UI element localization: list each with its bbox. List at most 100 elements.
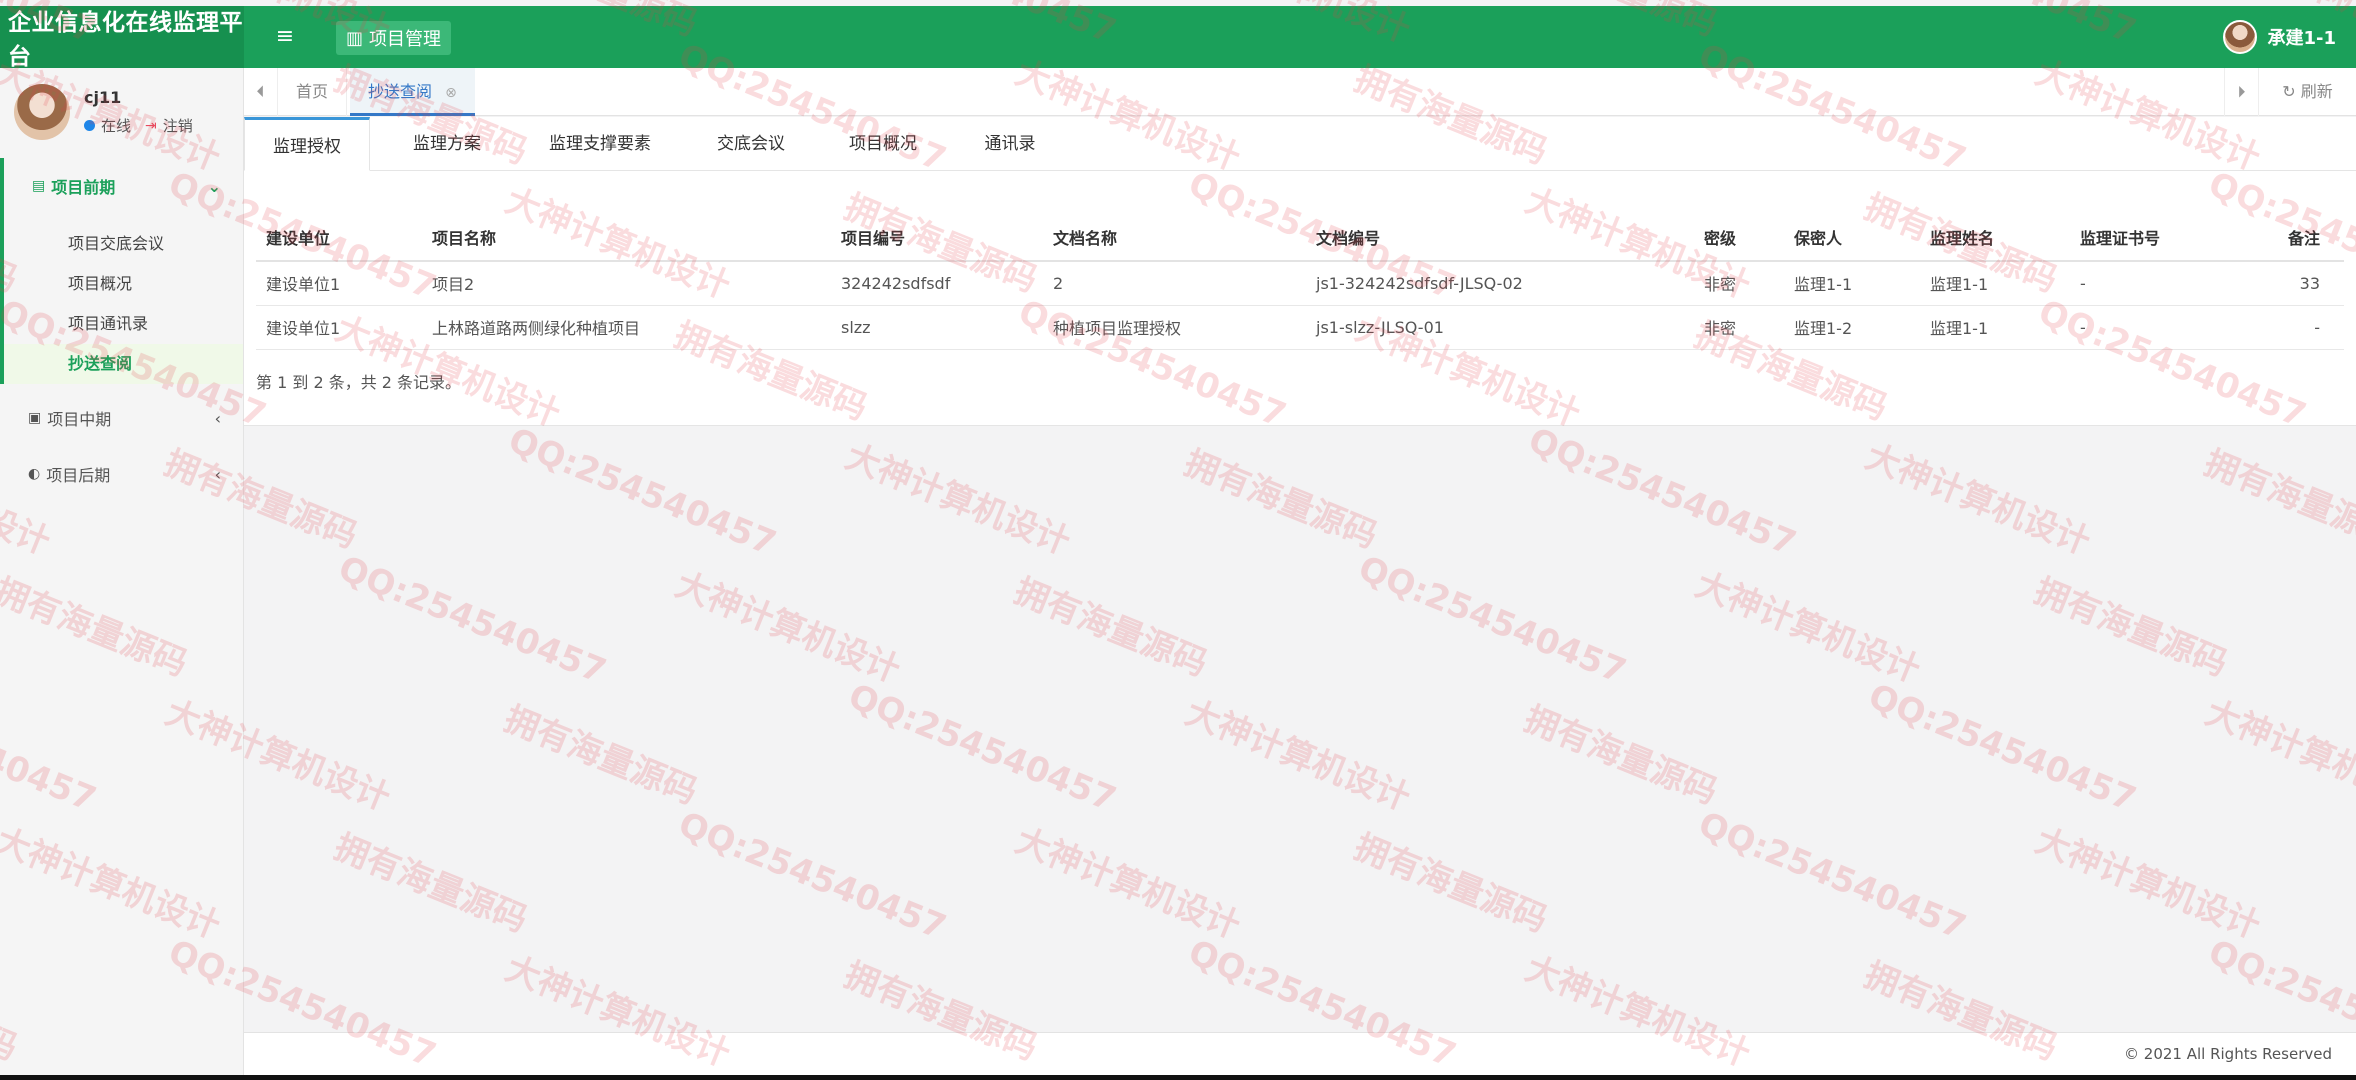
main-panel: 监理授权 监理方案 监理支撑要素 交底会议 项目概况 通讯录 建设单位 项目名称… xyxy=(244,117,2356,426)
footer: © 2021 All Rights Reserved xyxy=(244,1032,2356,1075)
chevron-down-icon: ⌄ xyxy=(207,176,221,196)
tabs-scroll-left-icon[interactable]: ⏴ xyxy=(244,68,278,116)
brand: 企业信息化在线监理平台 xyxy=(0,6,244,70)
sidebar-item-project-pre[interactable]: ▤ 项目前期 ⌄ xyxy=(0,158,243,214)
column-header[interactable]: 文档名称 xyxy=(1043,213,1306,262)
column-header[interactable]: 项目编号 xyxy=(831,213,1043,262)
watermark-text: 拥有海量源码 xyxy=(328,826,533,941)
top-nav-project-management[interactable]: ▥ 项目管理 xyxy=(336,21,452,55)
watermark-text: 大神计算机设计 xyxy=(839,436,1076,563)
profile-status: 在线 ⇥ 注销 xyxy=(84,115,193,136)
watermark-text: 拥有海量源码 xyxy=(1348,826,1553,941)
document-icon: ▣ xyxy=(28,410,42,426)
table-cell: 324242sdfsdf xyxy=(831,261,1043,306)
table-cell: slzz xyxy=(831,305,1043,350)
refresh-button[interactable]: ↻ 刷新 xyxy=(2258,68,2356,116)
table-row[interactable]: 建设单位1 上林路道路两侧绿化种植项目 slzz 种植项目监理授权 js1-sl… xyxy=(256,305,2344,350)
tabs-scroll-right-icon[interactable]: ⏵ xyxy=(2224,68,2258,116)
column-header[interactable]: 建设单位 xyxy=(256,213,422,262)
watermark-text: QQ:254540457 xyxy=(672,804,952,948)
sidebar-group-pre: ▤ 项目前期 ⌄ 项目交底会议 项目概况 项目通讯录 抄送查阅 xyxy=(0,158,243,384)
copyright: © 2021 All Rights Reserved xyxy=(2124,1045,2332,1063)
online-dot-icon xyxy=(84,120,95,131)
sidebar-item-cc-review[interactable]: 抄送查阅 xyxy=(0,344,243,384)
avatar xyxy=(2223,20,2258,54)
table-cell: 非密 xyxy=(1694,261,1784,306)
screen-bottom-edge xyxy=(0,1075,2356,1080)
watermark-text: 大神计算机设计 xyxy=(1179,692,1416,819)
subtab-project-overview[interactable]: 项目概况 xyxy=(828,117,938,171)
column-header[interactable]: 密级 xyxy=(1694,213,1784,262)
sidebar-item-project-overview[interactable]: 项目概况 xyxy=(0,264,243,304)
watermark-text: QQ:254540457 xyxy=(332,548,612,692)
watermark-text: 拥有海量源码 xyxy=(498,698,703,813)
watermark-text: 拥有海量源码 xyxy=(1008,570,1213,685)
app-window: 企业信息化在线监理平台 ≡ ▥ 项目管理 承建1-1 cj11 在线 ⇥ 注销 xyxy=(0,0,2356,1075)
table-cell: 监理1-1 xyxy=(1920,305,2070,350)
column-header[interactable]: 监理证书号 xyxy=(2070,213,2268,262)
profile-name: cj11 xyxy=(84,88,122,107)
close-icon[interactable]: ⊗ xyxy=(445,85,457,101)
sidebar-item-label: 项目中期 xyxy=(47,410,112,429)
tab-cc-review[interactable]: 抄送查阅 ⊗ xyxy=(350,68,475,116)
sidebar-item-project-contacts[interactable]: 项目通讯录 xyxy=(0,304,243,344)
column-header[interactable]: 备注 xyxy=(2268,213,2344,262)
subtab-authorization[interactable]: 监理授权 xyxy=(244,117,370,171)
sidebar-item-label: 项目前期 xyxy=(51,178,116,197)
subtab-kickoff-meeting[interactable]: 交底会议 xyxy=(696,117,806,171)
table-cell: 监理1-2 xyxy=(1784,305,1920,350)
profile-avatar xyxy=(14,84,70,140)
table-cell: 种植项目监理授权 xyxy=(1043,305,1306,350)
column-header[interactable]: 项目名称 xyxy=(422,213,831,262)
id-card-icon: ▤ xyxy=(32,178,46,194)
tab-label: 抄送查阅 xyxy=(368,82,433,101)
table-cell: 33 xyxy=(2268,261,2344,306)
hamburger-menu-icon[interactable]: ≡ xyxy=(272,24,298,50)
watermark-text: QQ:254540457 xyxy=(842,676,1122,820)
subtab-plan[interactable]: 监理方案 xyxy=(392,117,502,171)
sidebar-item-kickoff-meeting[interactable]: 项目交底会议 xyxy=(0,224,243,264)
watermark-text: 拥有海量源码 xyxy=(1518,698,1723,813)
authorization-table: 建设单位 项目名称 项目编号 文档名称 文档编号 密级 保密人 监理姓名 监理证… xyxy=(256,213,2344,350)
subtab-support-elements[interactable]: 监理支撑要素 xyxy=(528,117,672,171)
watermark-text: QQ:254540457 xyxy=(1862,676,2142,820)
refresh-icon: ↻ xyxy=(2282,82,2296,101)
column-header[interactable]: 监理姓名 xyxy=(1920,213,2070,262)
column-header[interactable]: 保密人 xyxy=(1784,213,1920,262)
subtab-contacts[interactable]: 通讯录 xyxy=(960,117,1060,171)
table-cell: js1-slzz-JLSQ-01 xyxy=(1306,305,1694,350)
half-circle-icon: ◐ xyxy=(28,466,41,482)
watermark-text: 大神计算机设计 xyxy=(2199,692,2356,819)
sidebar: cj11 在线 ⇥ 注销 ▤ 项目前期 ⌄ 项目交底会议 项目概况 项目通讯录 … xyxy=(0,68,244,1075)
tab-home[interactable]: 首页 xyxy=(278,68,348,116)
logout-icon[interactable]: ⇥ xyxy=(145,118,157,134)
table-cell: 建设单位1 xyxy=(256,261,422,306)
sidebar-item-project-post[interactable]: ◐ 项目后期 ‹ xyxy=(0,446,243,502)
pagination-info: 第 1 到 2 条，共 2 条记录。 xyxy=(256,373,462,392)
page-tab-strip: ⏴ 首页 抄送查阅 ⊗ ⏵ ↻ 刷新 xyxy=(244,68,2356,116)
table-row[interactable]: 建设单位1 项目2 324242sdfsdf 2 js1-324242sdfsd… xyxy=(256,261,2344,306)
table-header-row: 建设单位 项目名称 项目编号 文档名称 文档编号 密级 保密人 监理姓名 监理证… xyxy=(256,213,2344,262)
watermark-text: QQ:254540457 xyxy=(1692,804,1972,948)
watermark-text: 大神计算机设计 xyxy=(1689,564,1926,691)
user-menu[interactable]: 承建1-1 xyxy=(2223,20,2336,54)
watermark-text: 大神计算机设计 xyxy=(1009,820,1246,947)
app-title: 企业信息化在线监理平台 xyxy=(8,9,243,70)
bar-chart-icon: ▥ xyxy=(346,27,364,49)
watermark-text: QQ:254540457 xyxy=(1352,548,1632,692)
watermark-text: 拥有海量源码 xyxy=(2198,442,2356,557)
watermark-text: 拥有海量源码 xyxy=(2028,570,2233,685)
sidebar-item-project-mid[interactable]: ▣ 项目中期 ‹ xyxy=(0,390,243,446)
sub-tabs: 监理授权 监理方案 监理支撑要素 交底会议 项目概况 通讯录 xyxy=(244,117,2356,171)
logout-link[interactable]: 注销 xyxy=(163,115,193,136)
table-cell: 建设单位1 xyxy=(256,305,422,350)
chevron-left-icon: ‹ xyxy=(214,408,221,428)
table-cell: 非密 xyxy=(1694,305,1784,350)
watermark-text: QQ:254540457 xyxy=(502,420,782,564)
watermark-text: 大神计算机设计 xyxy=(669,564,906,691)
table-cell: 上林路道路两侧绿化种植项目 xyxy=(422,305,831,350)
column-header[interactable]: 文档编号 xyxy=(1306,213,1694,262)
chevron-left-icon: ‹ xyxy=(214,464,221,484)
table-cell: - xyxy=(2268,305,2344,350)
profile-panel: cj11 在线 ⇥ 注销 xyxy=(0,68,243,146)
